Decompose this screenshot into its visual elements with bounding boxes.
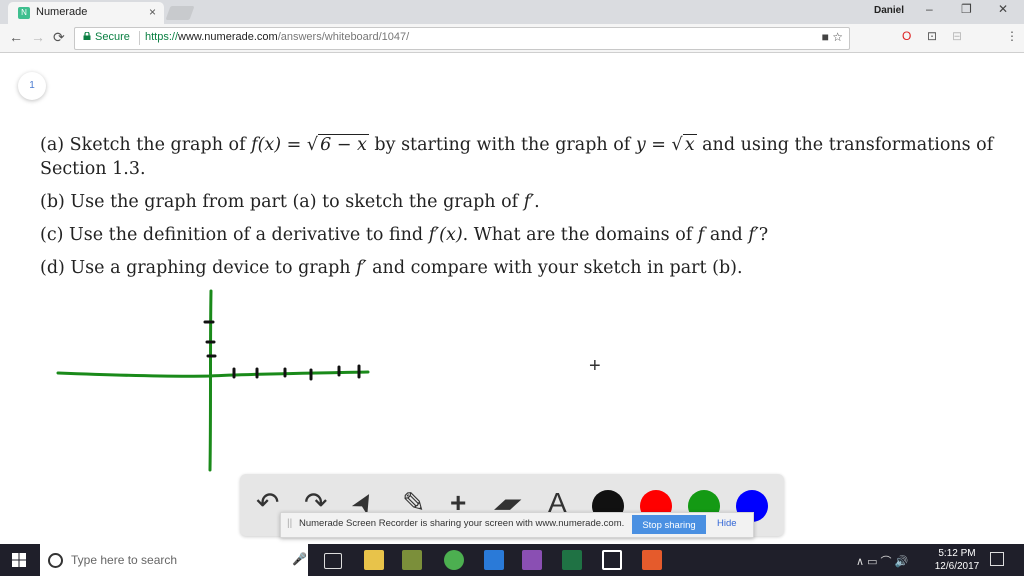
part-c-and: and: [704, 225, 749, 245]
part-c-mid: . What are the domains of: [462, 225, 698, 245]
paint-app-icon[interactable]: [402, 550, 422, 570]
tab-title: Numerade: [36, 6, 88, 18]
omnibox-separator: [139, 31, 140, 45]
whiteboard-sketch[interactable]: [50, 285, 380, 475]
sketch-y-axis: [208, 289, 213, 472]
part-a: (a) Sketch the graph of f(x) = √ 6 − x by…: [40, 134, 994, 179]
onenote-icon[interactable]: [522, 550, 542, 570]
hide-link[interactable]: Hide: [717, 518, 737, 529]
drag-grip-icon[interactable]: ||: [287, 518, 292, 529]
new-tab-button[interactable]: [165, 6, 195, 20]
url-text[interactable]: https://www.numerade.com/answers/whitebo…: [145, 31, 409, 43]
part-c: (c) Use the definition of a derivative t…: [40, 223, 1010, 247]
part-b: (b) Use the graph from part (a) to sketc…: [40, 190, 1010, 214]
part-b-fprime: f′: [523, 192, 535, 212]
excel-icon[interactable]: [562, 550, 582, 570]
part-a-radicand: 6 − x: [318, 134, 369, 155]
secure-label: Secure: [95, 31, 130, 43]
share-message: Numerade Screen Recorder is sharing your…: [299, 518, 625, 529]
restore-icon[interactable]: ❐: [961, 2, 972, 16]
back-icon[interactable]: ←: [9, 29, 23, 45]
question-number-badge[interactable]: 1: [18, 72, 46, 100]
opera-extension-icon[interactable]: O: [902, 29, 911, 43]
numerade-app-icon[interactable]: [642, 550, 662, 570]
taskbar-clock[interactable]: 5:12 PM 12/6/2017: [932, 547, 982, 573]
url-path: /answers/whiteboard/1047/: [277, 31, 410, 43]
extension-icon[interactable]: ⊟: [952, 29, 962, 43]
tab-numerade[interactable]: N Numerade ×: [8, 2, 164, 24]
clock-date: 12/6/2017: [934, 561, 980, 572]
part-c-text: (c) Use the definition of a derivative t…: [40, 225, 429, 245]
part-d-text: (d) Use a graphing device to graph: [40, 258, 357, 278]
numerade-favicon-icon: N: [18, 7, 30, 19]
chrome-icon[interactable]: [444, 550, 464, 570]
tab-strip: N Numerade × Daniel – ❐ ✕: [0, 0, 1024, 24]
close-window-icon[interactable]: ✕: [998, 2, 1008, 16]
address-bar[interactable]: Secure https://www.numerade.com/answers/…: [74, 27, 850, 50]
taskbar-search-box[interactable]: Type here to search 🎤: [40, 544, 308, 576]
undo-icon[interactable]: ↶: [256, 488, 279, 518]
part-d-fprime: f′: [356, 258, 367, 278]
sketch-x-axis: [56, 370, 370, 378]
lock-icon: [83, 32, 91, 40]
microphone-icon[interactable]: 🎤: [292, 552, 307, 566]
part-a-radicand-2: x: [682, 134, 697, 155]
menu-icon[interactable]: ⋮: [1006, 29, 1018, 43]
task-view-icon[interactable]: [324, 553, 342, 569]
system-tray-icons[interactable]: ∧ ▭ ⌒ 🔊: [856, 553, 908, 569]
problem-statement: (a) Sketch the graph of f(x) = √ 6 − x by…: [40, 133, 1010, 289]
part-c-fprime: f′: [748, 225, 759, 245]
part-c-suffix: ?: [758, 225, 769, 245]
profile-name[interactable]: Daniel: [874, 5, 904, 16]
action-center-icon[interactable]: [990, 552, 1004, 566]
windows-taskbar: Type here to search 🎤 ∧ ▭ ⌒ 🔊 5:12 PM 12…: [0, 544, 1024, 576]
crosshair-cursor: +: [589, 355, 601, 377]
screen-share-banner: || Numerade Screen Recorder is sharing y…: [280, 512, 754, 538]
url-host: www.numerade.com: [178, 31, 278, 43]
file-explorer-icon[interactable]: [364, 550, 384, 570]
part-a-text: (a) Sketch the graph of: [40, 135, 252, 155]
part-d: (d) Use a graphing device to graph f′ an…: [40, 256, 1010, 280]
cortana-icon: [48, 553, 63, 568]
minimize-icon[interactable]: –: [926, 2, 933, 16]
clock-time: 5:12 PM: [938, 548, 976, 559]
tab-close-icon[interactable]: ×: [149, 5, 156, 19]
windows-start-icon[interactable]: [12, 553, 26, 567]
cast-icon[interactable]: ⊡: [927, 29, 937, 43]
forward-icon[interactable]: →: [31, 29, 45, 45]
browser-toolbar: ← → ⟳ Secure https://www.numerade.com/an…: [0, 24, 1024, 53]
part-d-suffix: and compare with your sketch in part (b)…: [366, 258, 743, 278]
search-placeholder: Type here to search: [71, 553, 178, 567]
part-a-mid: by starting with the graph of: [368, 135, 636, 155]
url-scheme: https://: [145, 31, 179, 43]
part-c-fprimex: f′(x): [428, 225, 463, 245]
stop-sharing-button[interactable]: Stop sharing: [632, 515, 706, 534]
part-b-suffix: .: [534, 192, 540, 212]
bookmark-star-icon[interactable]: ■ ☆: [822, 30, 843, 44]
part-a-function: f(x) =: [251, 135, 307, 155]
part-b-text: (b) Use the graph from part (a) to sketc…: [40, 192, 524, 212]
reload-icon[interactable]: ⟳: [53, 29, 65, 46]
part-a-y: y =: [635, 135, 672, 155]
photos-icon[interactable]: [602, 550, 622, 570]
outlook-icon[interactable]: [484, 550, 504, 570]
